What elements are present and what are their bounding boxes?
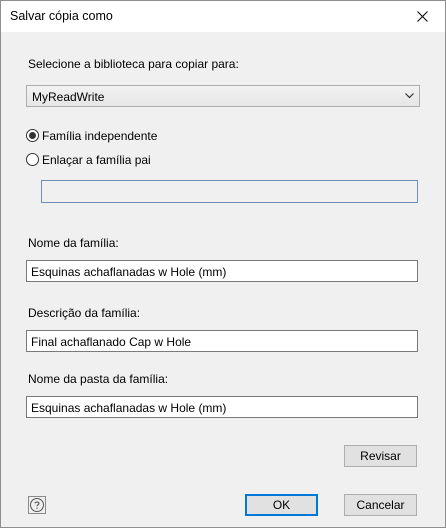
independent-family-radio[interactable] bbox=[26, 129, 39, 142]
ok-button[interactable]: OK bbox=[245, 494, 318, 516]
radio-selected-dot bbox=[29, 132, 36, 139]
help-icon bbox=[30, 498, 44, 512]
folder-name-input[interactable]: Esquinas achaflanadas w Hole (mm) bbox=[26, 396, 418, 418]
library-label: Selecione a biblioteca para copiar para: bbox=[28, 57, 239, 71]
library-dropdown[interactable]: MyReadWrite bbox=[26, 85, 420, 107]
family-description-input[interactable]: Final achaflanado Cap w Hole bbox=[26, 330, 418, 352]
review-button[interactable]: Revisar bbox=[344, 445, 417, 467]
title-bar: Salvar cópia como bbox=[1, 1, 445, 32]
family-description-label: Descrição da família: bbox=[28, 306, 141, 320]
independent-family-label: Família independente bbox=[42, 129, 158, 143]
dialog-title: Salvar cópia como bbox=[10, 9, 113, 23]
family-description-value: Final achaflanado Cap w Hole bbox=[31, 335, 192, 349]
close-button[interactable] bbox=[401, 1, 445, 32]
close-icon bbox=[417, 11, 428, 22]
cancel-button[interactable]: Cancelar bbox=[344, 494, 417, 516]
help-button[interactable] bbox=[28, 496, 46, 514]
link-parent-family-radio[interactable] bbox=[26, 153, 39, 166]
folder-name-label: Nome da pasta da família: bbox=[28, 372, 169, 386]
library-selected-value: MyReadWrite bbox=[32, 90, 105, 104]
family-name-value: Esquinas achaflanadas w Hole (mm) bbox=[31, 265, 227, 279]
link-parent-family-label: Enlaçar a família pai bbox=[42, 153, 151, 167]
folder-name-value: Esquinas achaflanadas w Hole (mm) bbox=[31, 401, 227, 415]
save-copy-dialog: Salvar cópia como Selecione a biblioteca… bbox=[0, 0, 446, 528]
parent-family-field[interactable] bbox=[41, 180, 418, 203]
chevron-down-icon bbox=[405, 93, 414, 99]
family-name-label: Nome da família: bbox=[28, 236, 119, 250]
family-name-input[interactable]: Esquinas achaflanadas w Hole (mm) bbox=[26, 260, 418, 282]
